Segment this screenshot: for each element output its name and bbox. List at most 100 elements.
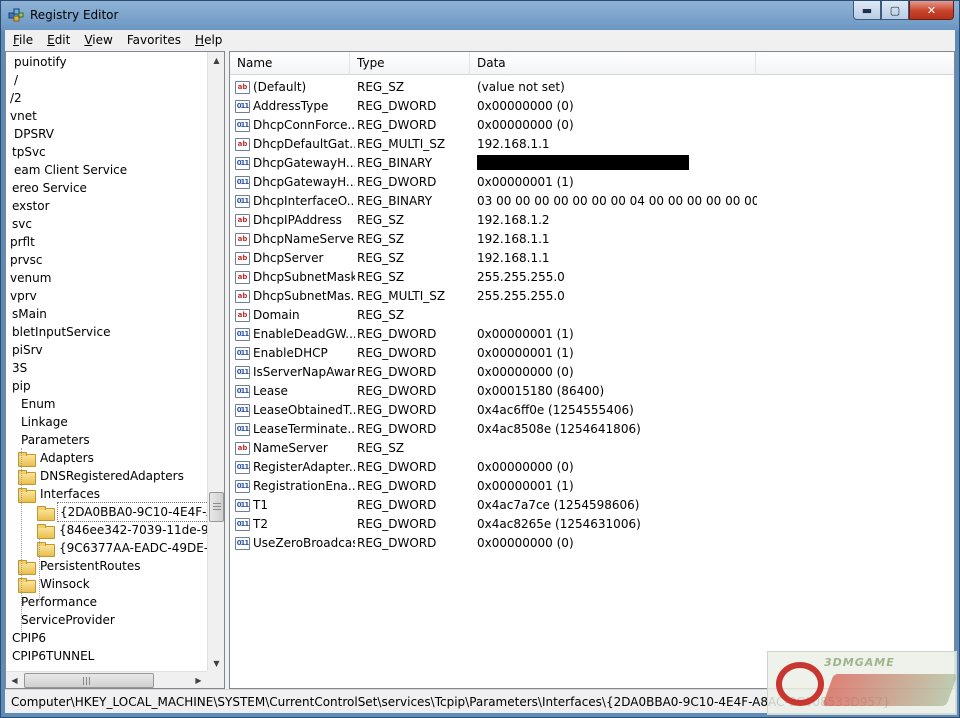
tree-item[interactable]: puinotify bbox=[12, 53, 69, 71]
scroll-left-arrow-icon[interactable]: ◀ bbox=[6, 672, 23, 688]
tree-item-label: venum bbox=[10, 271, 52, 285]
value-row[interactable]: ab NameServer REG_SZ bbox=[230, 439, 954, 458]
tree-item[interactable]: prvsc bbox=[8, 251, 45, 269]
tree-item[interactable]: {2DA0BBA0-9C10-4E4F-A8AC bbox=[37, 502, 208, 522]
watermark-text: 3DMGAME bbox=[824, 656, 895, 669]
tree-item[interactable]: ereo Service bbox=[10, 179, 89, 197]
menu-help[interactable]: Help bbox=[187, 30, 228, 51]
tree-item[interactable]: PersistentRoutes bbox=[18, 557, 142, 575]
minimize-button[interactable]: ▬ bbox=[853, 1, 881, 20]
value-row[interactable]: 011 T2 REG_DWORD 0x4ac8265e (1254631006) bbox=[230, 515, 954, 534]
values-list-pane[interactable]: Name Type Data ab (Default) REG_SZ (value n… bbox=[229, 51, 955, 689]
tree-item[interactable]: svc bbox=[10, 215, 34, 233]
maximize-button[interactable]: ▢ bbox=[881, 1, 909, 20]
value-data: 03 00 00 00 00 00 00 00 04 00 00 00 00 0… bbox=[477, 194, 757, 208]
value-type: REG_DWORD bbox=[357, 460, 437, 474]
value-type: REG_MULTI_SZ bbox=[357, 137, 446, 151]
value-row[interactable]: 011 UseZeroBroadcast REG_DWORD 0x00000000 (… bbox=[230, 534, 954, 553]
tree-item[interactable]: bletInputService bbox=[10, 323, 112, 341]
value-row[interactable]: 011 RegisterAdapter... REG_DWORD 0x00000000… bbox=[230, 458, 954, 477]
value-row[interactable]: 011 DhcpGatewayH... REG_BINARY bbox=[230, 154, 954, 173]
menu-edit-label: dit bbox=[54, 33, 71, 47]
value-row[interactable]: 011 AddressType REG_DWORD 0x00000000 (0) bbox=[230, 97, 954, 116]
menu-help-accelerator: H bbox=[195, 33, 205, 47]
value-row[interactable]: 011 DhcpInterfaceO... REG_BINARY 03 00 00 0… bbox=[230, 192, 954, 211]
value-data bbox=[477, 154, 757, 173]
value-row[interactable]: ab Domain REG_SZ bbox=[230, 306, 954, 325]
tree-item[interactable]: /2 bbox=[8, 89, 24, 107]
binary-value-icon: 011 bbox=[235, 328, 250, 341]
value-row[interactable]: 011 RegistrationEna... REG_DWORD 0x00000001… bbox=[230, 477, 954, 496]
tree-item[interactable]: Interfaces bbox=[18, 485, 102, 503]
tree-item[interactable]: sMain bbox=[10, 305, 49, 323]
scroll-right-arrow-icon[interactable]: ▶ bbox=[190, 672, 207, 688]
tree-item[interactable]: DNSRegisteredAdapters bbox=[18, 467, 186, 485]
value-row[interactable]: 011 DhcpGatewayH... REG_DWORD 0x00000001 (1… bbox=[230, 173, 954, 192]
value-type: REG_MULTI_SZ bbox=[357, 289, 446, 303]
tree-item[interactable]: exstor bbox=[10, 197, 52, 215]
tree-item[interactable]: Parameters bbox=[19, 431, 92, 449]
tree-item[interactable]: {846ee342-7039-11de-9d20-8 bbox=[37, 521, 208, 539]
tree-horizontal-scroll-thumb[interactable] bbox=[24, 673, 154, 688]
scroll-down-arrow-icon[interactable]: ▼ bbox=[208, 655, 224, 672]
tree-item[interactable]: CPIP6TUNNEL bbox=[10, 647, 96, 665]
tree-item[interactable]: vnet bbox=[8, 107, 39, 125]
value-row[interactable]: ab (Default) REG_SZ (value not set) bbox=[230, 78, 954, 97]
tree-item[interactable]: tpSvc bbox=[10, 143, 48, 161]
value-row[interactable]: ab DhcpSubnetMask REG_SZ 255.255.255.0 bbox=[230, 268, 954, 287]
value-row[interactable]: 011 T1 REG_DWORD 0x4ac7a7ce (1254598606) bbox=[230, 496, 954, 515]
tree-item[interactable]: pip bbox=[10, 377, 33, 395]
column-header-type[interactable]: Type bbox=[350, 52, 470, 75]
tree-item[interactable]: Performance bbox=[19, 593, 99, 611]
menu-edit[interactable]: Edit bbox=[39, 30, 76, 51]
tree-item[interactable]: {9C6377AA-EADC-49DE-93D bbox=[37, 539, 208, 557]
tree-item[interactable]: 3S bbox=[10, 359, 29, 377]
value-row[interactable]: 011 EnableDHCP REG_DWORD 0x00000001 (1) bbox=[230, 344, 954, 363]
menu-file[interactable]: File bbox=[5, 30, 39, 51]
close-button[interactable]: ✕ bbox=[909, 1, 954, 20]
tree-item[interactable]: prflt bbox=[8, 233, 37, 251]
key-tree-pane[interactable]: puinotify / /2 vnet DPSRV tpSvc eam Client Ser… bbox=[5, 51, 225, 689]
value-row[interactable]: ab DhcpServer REG_SZ 192.168.1.1 bbox=[230, 249, 954, 268]
tree-vertical-scroll-thumb[interactable] bbox=[209, 492, 224, 522]
binary-value-icon: 011 bbox=[235, 518, 250, 531]
value-row[interactable]: ab DhcpDefaultGat... REG_MULTI_SZ 192.168.1… bbox=[230, 135, 954, 154]
value-row[interactable]: ab DhcpIPAddress REG_SZ 192.168.1.2 bbox=[230, 211, 954, 230]
value-type: REG_DWORD bbox=[357, 498, 437, 512]
scroll-up-arrow-icon[interactable]: ▲ bbox=[208, 52, 224, 69]
tree-item[interactable]: piSrv bbox=[10, 341, 45, 359]
tree-vertical-scrollbar[interactable]: ▲ ▼ bbox=[207, 52, 224, 672]
tree-item[interactable]: / bbox=[12, 71, 20, 89]
column-header-data[interactable]: Data bbox=[470, 52, 756, 75]
tree-item[interactable]: Winsock bbox=[18, 575, 92, 593]
tree-item[interactable]: ServiceProvider bbox=[19, 611, 117, 629]
value-data: 0x00000000 (0) bbox=[477, 460, 574, 474]
value-row[interactable]: 011 DhcpConnForce... REG_DWORD 0x00000000 (… bbox=[230, 116, 954, 135]
string-value-icon: ab bbox=[235, 81, 250, 94]
tree-item[interactable]: Adapters bbox=[18, 449, 96, 467]
tree-item[interactable]: DPSRV bbox=[12, 125, 56, 143]
tree-item[interactable]: eam Client Service bbox=[12, 161, 129, 179]
value-row[interactable]: 011 Lease REG_DWORD 0x00015180 (86400) bbox=[230, 382, 954, 401]
title-bar[interactable]: Registry Editor ▬ ▢ ✕ bbox=[1, 1, 959, 30]
value-data: 0x4ac7a7ce (1254598606) bbox=[477, 498, 640, 512]
tree-horizontal-scrollbar[interactable]: ◀ ▶ bbox=[6, 671, 207, 688]
menu-view[interactable]: View bbox=[76, 30, 118, 51]
value-type: REG_SZ bbox=[357, 441, 405, 455]
tree-item[interactable]: Enum bbox=[19, 395, 57, 413]
value-row[interactable]: 011 EnableDeadGW... REG_DWORD 0x00000001 (1… bbox=[230, 325, 954, 344]
tree-item[interactable]: venum bbox=[8, 269, 53, 287]
tree-item[interactable]: Linkage bbox=[19, 413, 70, 431]
tree-item-label: /2 bbox=[10, 91, 22, 105]
value-row[interactable]: ab DhcpSubnetMas... REG_MULTI_SZ 255.255.25… bbox=[230, 287, 954, 306]
tree-item[interactable]: CPIP6 bbox=[10, 629, 48, 647]
column-header-name[interactable]: Name bbox=[230, 52, 350, 75]
tree-item-label: ereo Service bbox=[12, 181, 87, 195]
menu-favorites[interactable]: Favorites bbox=[119, 30, 187, 51]
value-row[interactable]: 011 IsServerNapAware REG_DWORD 0x00000000 (… bbox=[230, 363, 954, 382]
tree-item[interactable]: vprv bbox=[8, 287, 39, 305]
value-row[interactable]: 011 LeaseObtainedT... REG_DWORD 0x4ac6ff0e … bbox=[230, 401, 954, 420]
value-row[interactable]: ab DhcpNameServer REG_SZ 192.168.1.1 bbox=[230, 230, 954, 249]
value-name-cell: ab DhcpSubnetMas... bbox=[235, 287, 355, 306]
value-row[interactable]: 011 LeaseTerminate... REG_DWORD 0x4ac8508e … bbox=[230, 420, 954, 439]
